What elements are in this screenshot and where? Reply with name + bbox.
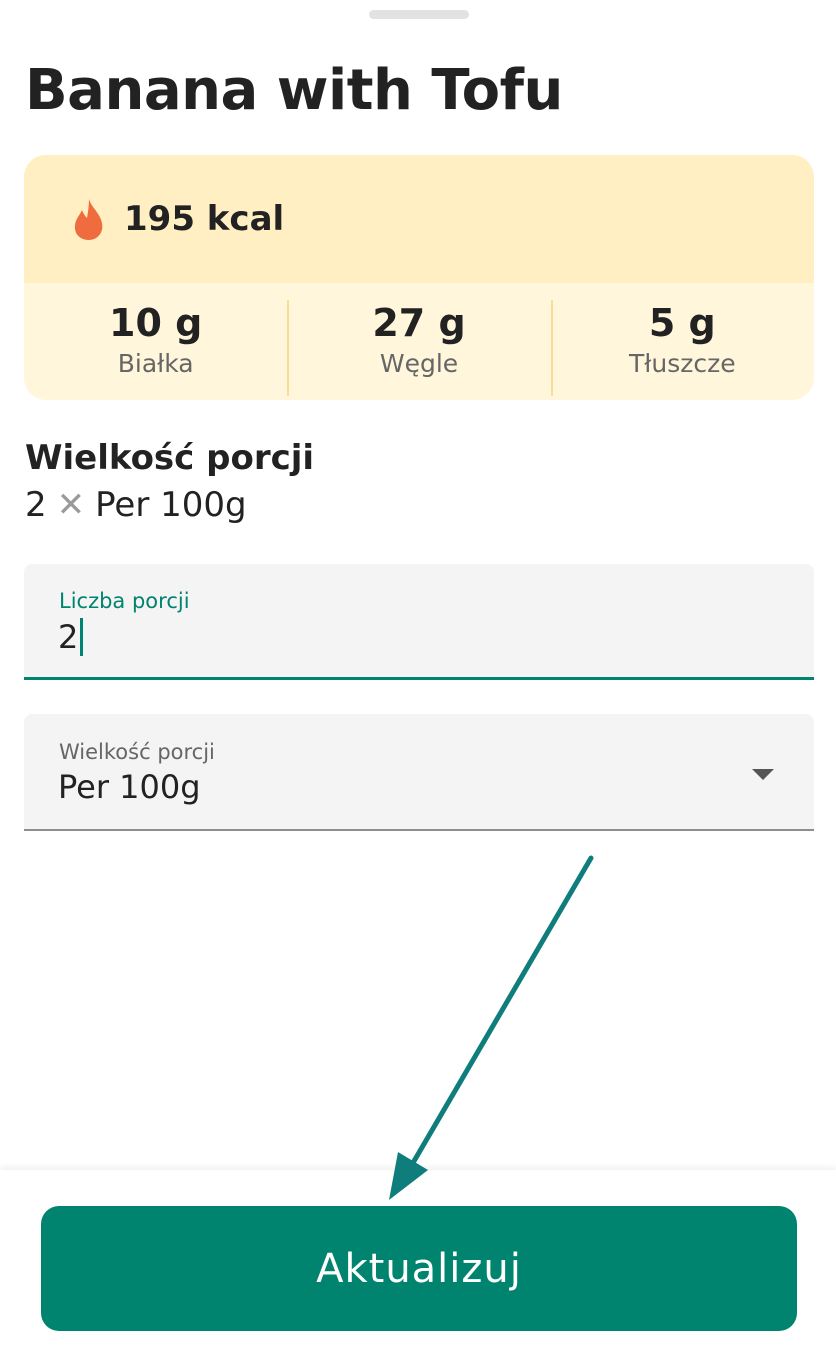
serving-size-select[interactable]: Wielkość porcji Per 100g [24, 714, 814, 831]
macro-value: 5 g [648, 301, 716, 345]
text-cursor [80, 618, 84, 656]
serving-size-label: Wielkość porcji [59, 740, 215, 764]
macro-label: Białka [117, 349, 194, 378]
macro-carbs: 27 g Węgle [287, 298, 550, 400]
servings-count-label: Liczba porcji [59, 589, 190, 613]
serving-summary: 2 ✕ Per 100g [25, 485, 247, 525]
dropdown-arrow-icon[interactable] [752, 769, 774, 780]
nutrition-card: 195 kcal 10 g Białka 27 g Węgle 5 g Tłus… [24, 155, 814, 400]
serving-size-heading: Wielkość porcji [25, 438, 315, 478]
serving-size-value-wrap: Per 100g [58, 768, 201, 806]
macro-value: 27 g [372, 301, 466, 345]
macro-fat: 5 g Tłuszcze [550, 298, 814, 400]
macro-protein: 10 g Białka [24, 298, 287, 400]
drag-handle[interactable] [369, 10, 469, 19]
serving-size-value: Per 100g [58, 768, 201, 806]
servings-count-value-wrap: 2 [58, 618, 84, 656]
bottom-sheet: Banana with Tofu 195 kcal 10 g Białka 27… [0, 0, 836, 1352]
flame-icon [74, 199, 103, 240]
footer-bar: Aktualizuj [0, 1170, 836, 1352]
macro-value: 10 g [109, 301, 203, 345]
servings-count-input[interactable]: Liczba porcji 2 [24, 564, 814, 680]
food-title: Banana with Tofu [25, 58, 563, 123]
times-icon: ✕ [56, 485, 86, 525]
calorie-value: 195 kcal [124, 199, 285, 239]
calorie-row: 195 kcal [24, 155, 814, 283]
update-button[interactable]: Aktualizuj [41, 1206, 797, 1331]
servings-count-value: 2 [58, 618, 79, 656]
macro-row: 10 g Białka 27 g Węgle 5 g Tłuszcze [24, 283, 814, 400]
macro-label: Węgle [379, 349, 459, 378]
serving-unit: Per 100g [95, 485, 247, 525]
macro-label: Tłuszcze [629, 349, 736, 378]
serving-count: 2 [25, 485, 47, 525]
